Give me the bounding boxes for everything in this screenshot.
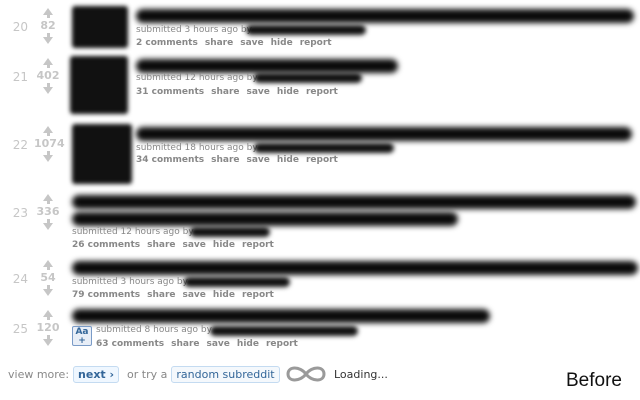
post-title[interactable]	[136, 127, 632, 141]
post-thumbnail[interactable]	[72, 124, 132, 184]
post-score: 120	[36, 321, 60, 334]
upvote-arrow-icon[interactable]	[43, 58, 53, 68]
hide-link[interactable]: hide	[237, 339, 259, 349]
share-link[interactable]: share	[147, 290, 175, 300]
report-link[interactable]: report	[266, 339, 298, 349]
post-tagline: submitted 12 hours ago by	[136, 73, 258, 83]
comments-link[interactable]: 34 comments	[136, 155, 204, 165]
post-actions: 26 comments share save hide report	[72, 240, 281, 250]
post-score: 54	[40, 271, 56, 284]
upvote-arrow-icon[interactable]	[43, 126, 53, 136]
loading-indicator: Loading...	[282, 362, 388, 386]
post-rank: 24	[12, 272, 28, 286]
post-title-line2[interactable]	[72, 212, 458, 226]
vote-block: 82	[34, 8, 62, 44]
pagination-footer: view more: next › or try a random subreddit	[8, 366, 280, 383]
post-tagline: submitted 12 hours ago by	[72, 227, 194, 237]
post-tagline: submitted 8 hours ago by	[96, 325, 212, 335]
upvote-arrow-icon[interactable]	[43, 310, 53, 320]
vote-block: 402	[34, 58, 62, 94]
or-try-label: or try a	[127, 368, 168, 381]
report-link[interactable]: report	[242, 290, 274, 300]
post-actions: 2 comments share save hide report	[136, 38, 339, 48]
report-link[interactable]: report	[306, 87, 338, 97]
post-actions: 31 comments share save hide report	[136, 87, 345, 97]
post-score: 336	[36, 205, 60, 218]
comments-link[interactable]: 26 comments	[72, 240, 140, 250]
post-score: 402	[36, 69, 60, 82]
share-link[interactable]: share	[211, 155, 239, 165]
downvote-arrow-icon[interactable]	[43, 285, 53, 296]
vote-block: 120	[34, 310, 62, 346]
post-tagline: submitted 18 hours ago by	[136, 143, 258, 153]
self-post-icon-plus: +	[78, 336, 86, 346]
post-tagline: submitted 3 hours ago by	[136, 25, 252, 35]
post-author[interactable]	[190, 227, 270, 237]
save-link[interactable]: save	[247, 87, 270, 97]
comments-link[interactable]: 2 comments	[136, 38, 198, 48]
downvote-arrow-icon[interactable]	[43, 33, 53, 44]
post-rank: 25	[12, 322, 28, 336]
vote-block: 1074	[34, 126, 65, 162]
view-more-label: view more:	[8, 368, 70, 381]
downvote-arrow-icon[interactable]	[43, 219, 53, 230]
post-rank: 20	[12, 20, 28, 34]
share-link[interactable]: share	[171, 339, 199, 349]
loading-label: Loading...	[334, 367, 388, 381]
next-button[interactable]: next ›	[73, 366, 120, 383]
post-author[interactable]	[254, 73, 362, 83]
post-actions: 63 comments share save hide report	[96, 339, 305, 349]
save-link[interactable]: save	[207, 339, 230, 349]
hide-link[interactable]: hide	[213, 290, 235, 300]
comments-link[interactable]: 79 comments	[72, 290, 140, 300]
post-rank: 22	[12, 138, 28, 152]
share-link[interactable]: share	[211, 87, 239, 97]
post-rank: 21	[12, 70, 28, 84]
vote-block: 336	[34, 194, 62, 230]
save-link[interactable]: save	[183, 290, 206, 300]
hide-link[interactable]: hide	[213, 240, 235, 250]
report-link[interactable]: report	[306, 155, 338, 165]
post-thumbnail[interactable]	[72, 6, 128, 48]
hide-link[interactable]: hide	[271, 38, 293, 48]
post-title[interactable]	[72, 261, 638, 275]
comments-link[interactable]: 63 comments	[96, 339, 164, 349]
post-title[interactable]	[72, 309, 490, 323]
upvote-arrow-icon[interactable]	[43, 8, 53, 18]
report-link[interactable]: report	[242, 240, 274, 250]
vote-block: 54	[34, 260, 62, 296]
save-link[interactable]: save	[240, 38, 263, 48]
save-link[interactable]: save	[183, 240, 206, 250]
post-score: 1074	[34, 137, 65, 150]
comments-link[interactable]: 31 comments	[136, 87, 204, 97]
post-author[interactable]	[184, 277, 290, 287]
post-title[interactable]	[136, 59, 398, 73]
post-actions: 34 comments share save hide report	[136, 155, 345, 165]
post-actions: 79 comments share save hide report	[72, 290, 281, 300]
report-link[interactable]: report	[300, 38, 332, 48]
post-rank: 23	[12, 206, 28, 220]
post-tagline: submitted 3 hours ago by	[72, 277, 188, 287]
upvote-arrow-icon[interactable]	[43, 194, 53, 204]
before-watermark: Before	[566, 370, 622, 391]
post-title[interactable]	[136, 9, 634, 23]
post-thumbnail[interactable]	[70, 56, 128, 114]
share-link[interactable]: share	[205, 38, 233, 48]
hide-link[interactable]: hide	[277, 155, 299, 165]
upvote-arrow-icon[interactable]	[43, 260, 53, 270]
share-link[interactable]: share	[147, 240, 175, 250]
post-score: 82	[40, 19, 56, 32]
hide-link[interactable]: hide	[277, 87, 299, 97]
save-link[interactable]: save	[247, 155, 270, 165]
infinity-icon	[286, 366, 326, 382]
downvote-arrow-icon[interactable]	[43, 83, 53, 94]
post-author[interactable]	[246, 25, 366, 35]
post-title[interactable]	[72, 195, 636, 209]
downvote-arrow-icon[interactable]	[43, 335, 53, 346]
downvote-arrow-icon[interactable]	[43, 151, 53, 162]
random-subreddit-button[interactable]: random subreddit	[171, 366, 280, 383]
post-author[interactable]	[210, 326, 358, 336]
post-author[interactable]	[254, 143, 394, 153]
self-post-icon[interactable]: Aa +	[72, 326, 92, 346]
